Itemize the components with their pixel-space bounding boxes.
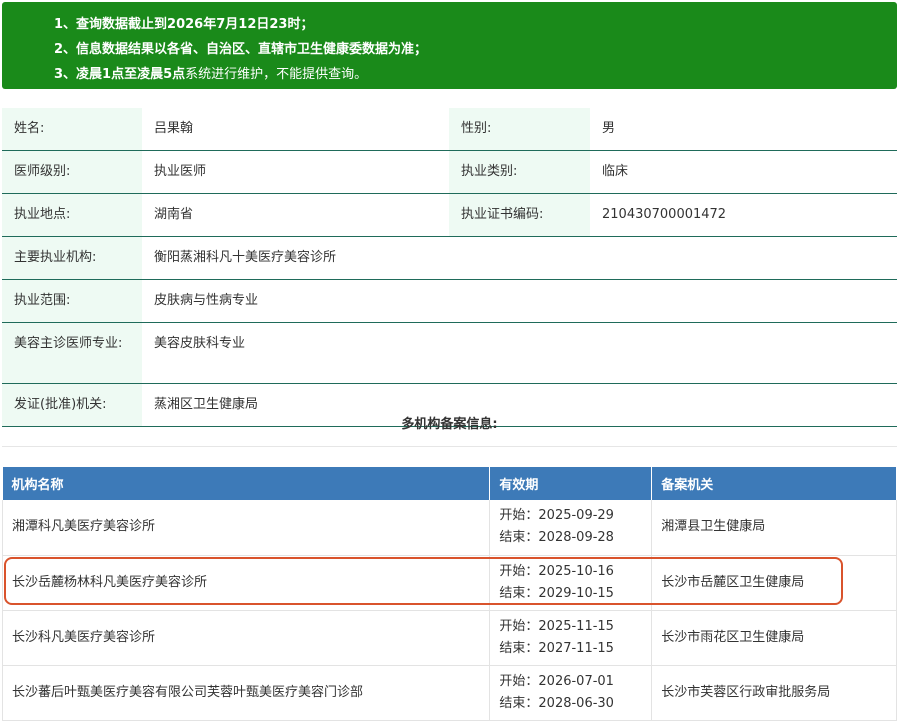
gender-value: 男 [590, 108, 897, 151]
multi-org-title: 多机构备案信息: [2, 404, 897, 447]
end-date: 结束：2027-11-15 [499, 640, 614, 656]
cosmetic-label: 美容主诊医师专业: [2, 322, 142, 384]
end-date: 结束：2028-06-30 [499, 695, 614, 711]
authority-cell: 长沙市雨花区卫生健康局 [651, 610, 897, 666]
org-label: 主要执业机构: [2, 236, 142, 280]
col-header-validity: 有效期 [489, 467, 653, 500]
name-label: 姓名: [2, 108, 142, 151]
cosmetic-value: 美容皮肤科专业 [142, 322, 897, 384]
start-date: 开始：2025-11-15 [499, 618, 614, 634]
org-name-cell: 长沙蕃后叶甄美医疗美容有限公司芙蓉叶甄美医疗美容门诊部 [1, 665, 491, 721]
notice-line-3: 3、凌晨1点至凌晨5点系统进行维护，不能提供查询。 [54, 67, 368, 82]
col-header-authority: 备案机关 [651, 467, 897, 500]
name-value: 吕果翰 [142, 108, 449, 151]
category-value: 临床 [590, 150, 897, 194]
level-value: 执业医师 [142, 150, 449, 194]
notice-line-1: 1、查询数据截止到2026年7月12日23时； [54, 17, 314, 32]
level-label: 医师级别: [2, 150, 142, 194]
table-row: 长沙岳麓杨林科凡美医疗美容诊所 开始：2025-10-16 结束：2029-10-… [1, 555, 897, 611]
authority-cell: 湘潭县卫生健康局 [651, 500, 897, 556]
org-name-cell: 长沙科凡美医疗美容诊所 [1, 610, 491, 666]
category-label: 执业类别: [449, 150, 590, 194]
validity-cell: 开始：2025-11-15 结束：2027-11-15 [489, 610, 653, 666]
authority-cell: 长沙市岳麓区卫生健康局 [651, 555, 897, 611]
validity-cell: 开始：2025-09-29 结束：2028-09-28 [489, 500, 653, 556]
validity-cell: 开始：2026-07-01 结束：2028-06-30 [489, 665, 653, 721]
table-row: 长沙蕃后叶甄美医疗美容有限公司芙蓉叶甄美医疗美容门诊部 开始：2026-07-0… [1, 665, 897, 721]
cert-value: 210430700001472 [590, 193, 897, 237]
validity-cell: 开始：2025-10-16 结束：2029-10-15 [489, 555, 653, 611]
start-date: 开始：2025-10-16 [499, 563, 614, 579]
end-date: 结束：2029-10-15 [499, 585, 614, 601]
org-name-cell: 长沙岳麓杨林科凡美医疗美容诊所 [1, 555, 491, 611]
notice-banner: 1、查询数据截止到2026年7月12日23时； 2、信息数据结果以各省、自治区、… [2, 2, 897, 89]
table-row: 湘潭科凡美医疗美容诊所 开始：2025-09-29 结束：2028-09-28 湘… [1, 500, 897, 556]
cert-label: 执业证书编码: [449, 193, 590, 237]
end-date: 结束：2028-09-28 [499, 530, 614, 546]
table-row: 长沙科凡美医疗美容诊所 开始：2025-11-15 结束：2027-11-15 长… [1, 610, 897, 666]
org-value: 衡阳蒸湘科凡十美医疗美容诊所 [142, 236, 897, 280]
multi-org-table: 机构名称 有效期 备案机关 湘潭科凡美医疗美容诊所 开始：2025-09-29 结… [1, 467, 897, 721]
doctor-info-table: 姓名: 吕果翰 性别: 男 医师级别: 执业医师 执业类别: 临床 执业地点: … [2, 108, 897, 427]
start-date: 开始：2026-07-01 [499, 673, 614, 689]
authority-cell: 长沙市芙蓉区行政审批服务局 [651, 665, 897, 721]
scope-label: 执业范围: [2, 279, 142, 323]
scope-value: 皮肤病与性病专业 [142, 279, 897, 323]
location-label: 执业地点: [2, 193, 142, 237]
gender-label: 性别: [449, 108, 590, 151]
col-header-org: 机构名称 [2, 467, 491, 500]
start-date: 开始：2025-09-29 [499, 508, 614, 524]
org-name-cell: 湘潭科凡美医疗美容诊所 [1, 500, 491, 556]
location-value: 湖南省 [142, 193, 449, 237]
notice-line-2: 2、信息数据结果以各省、自治区、直辖市卫生健康委数据为准； [54, 42, 428, 57]
